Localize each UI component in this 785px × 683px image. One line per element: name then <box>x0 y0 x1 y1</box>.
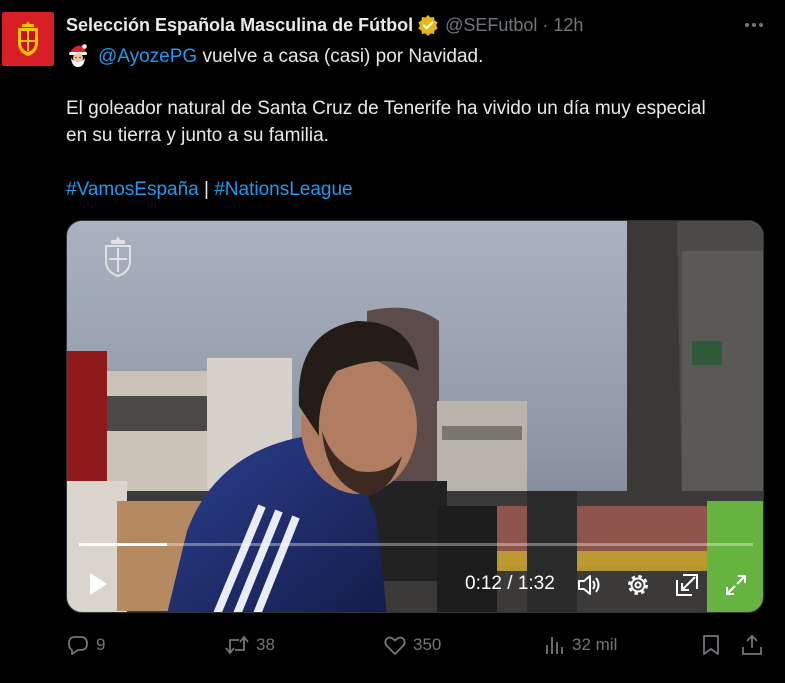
video-duration: 1:32 <box>517 573 555 594</box>
views-button[interactable]: 32 mil <box>542 630 617 660</box>
santa-emoji-icon <box>69 44 87 67</box>
reply-icon <box>68 636 88 655</box>
tweet-actions: 9 38 350 32 mil <box>66 630 766 660</box>
video-time-separator: / <box>501 573 518 594</box>
views-icon <box>546 637 563 654</box>
share-icon <box>742 634 762 655</box>
rfef-watermark-icon <box>105 236 131 277</box>
avatar[interactable] <box>2 12 54 66</box>
popout-icon[interactable] <box>673 571 701 599</box>
tweet-line-3: en su tierra y junto a su familia. <box>66 125 329 146</box>
reply-button[interactable]: 9 <box>66 630 105 660</box>
repost-count: 38 <box>256 635 275 654</box>
video-timecode: 0:12 / 1:32 <box>465 573 555 595</box>
like-count: 350 <box>413 635 442 654</box>
tweet[interactable]: Selección Española Masculina de Fútbol @… <box>0 0 785 683</box>
like-button[interactable]: 350 <box>383 630 441 660</box>
fullscreen-icon[interactable] <box>722 571 750 599</box>
tweet-line-1: @AyozePG vuelve a casa (casi) por Navida… <box>66 43 483 70</box>
tweet-line-2: El goleador natural de Santa Cruz de Ten… <box>66 98 706 119</box>
hashtags: #VamosEspaña | #NationsLeague <box>66 177 353 203</box>
tweet-header: Selección Española Masculina de Fútbol @… <box>66 12 583 38</box>
tweet-line-1-text: vuelve a casa (casi) por Navidad. <box>197 46 484 67</box>
tweet-timestamp[interactable]: 12h <box>553 15 583 36</box>
author-handle[interactable]: @SEFutbol <box>445 15 537 36</box>
repost-icon <box>225 635 249 655</box>
reply-count: 9 <box>96 635 106 654</box>
volume-icon[interactable] <box>575 571 603 599</box>
spain-crest-icon <box>18 21 38 56</box>
author-name[interactable]: Selección Española Masculina de Fútbol <box>66 15 413 36</box>
header-separator: · <box>542 14 549 35</box>
hashtag-separator: | <box>198 179 215 200</box>
mention-link[interactable]: @AyozePG <box>98 46 197 67</box>
video-player[interactable]: 0:12 / 1:32 <box>66 220 764 613</box>
play-icon[interactable] <box>83 570 111 598</box>
hashtag-link-nationsleague[interactable]: #NationsLeague <box>214 179 352 200</box>
heart-icon <box>384 636 406 655</box>
repost-button[interactable]: 38 <box>224 630 275 660</box>
video-current-time: 0:12 <box>465 573 502 594</box>
bookmark-icon <box>703 635 719 655</box>
share-button[interactable] <box>740 630 764 660</box>
views-count: 32 mil <box>572 635 618 654</box>
video-progress-fill <box>79 543 167 546</box>
hashtag-link-vamosespana[interactable]: #VamosEspaña <box>66 179 199 200</box>
settings-icon[interactable] <box>624 571 652 599</box>
bookmark-button[interactable] <box>699 630 723 660</box>
video-progress-bar[interactable] <box>79 543 753 546</box>
video-frame <box>67 221 763 612</box>
verified-badge-icon[interactable] <box>417 14 439 36</box>
more-options-icon[interactable] <box>741 14 767 36</box>
